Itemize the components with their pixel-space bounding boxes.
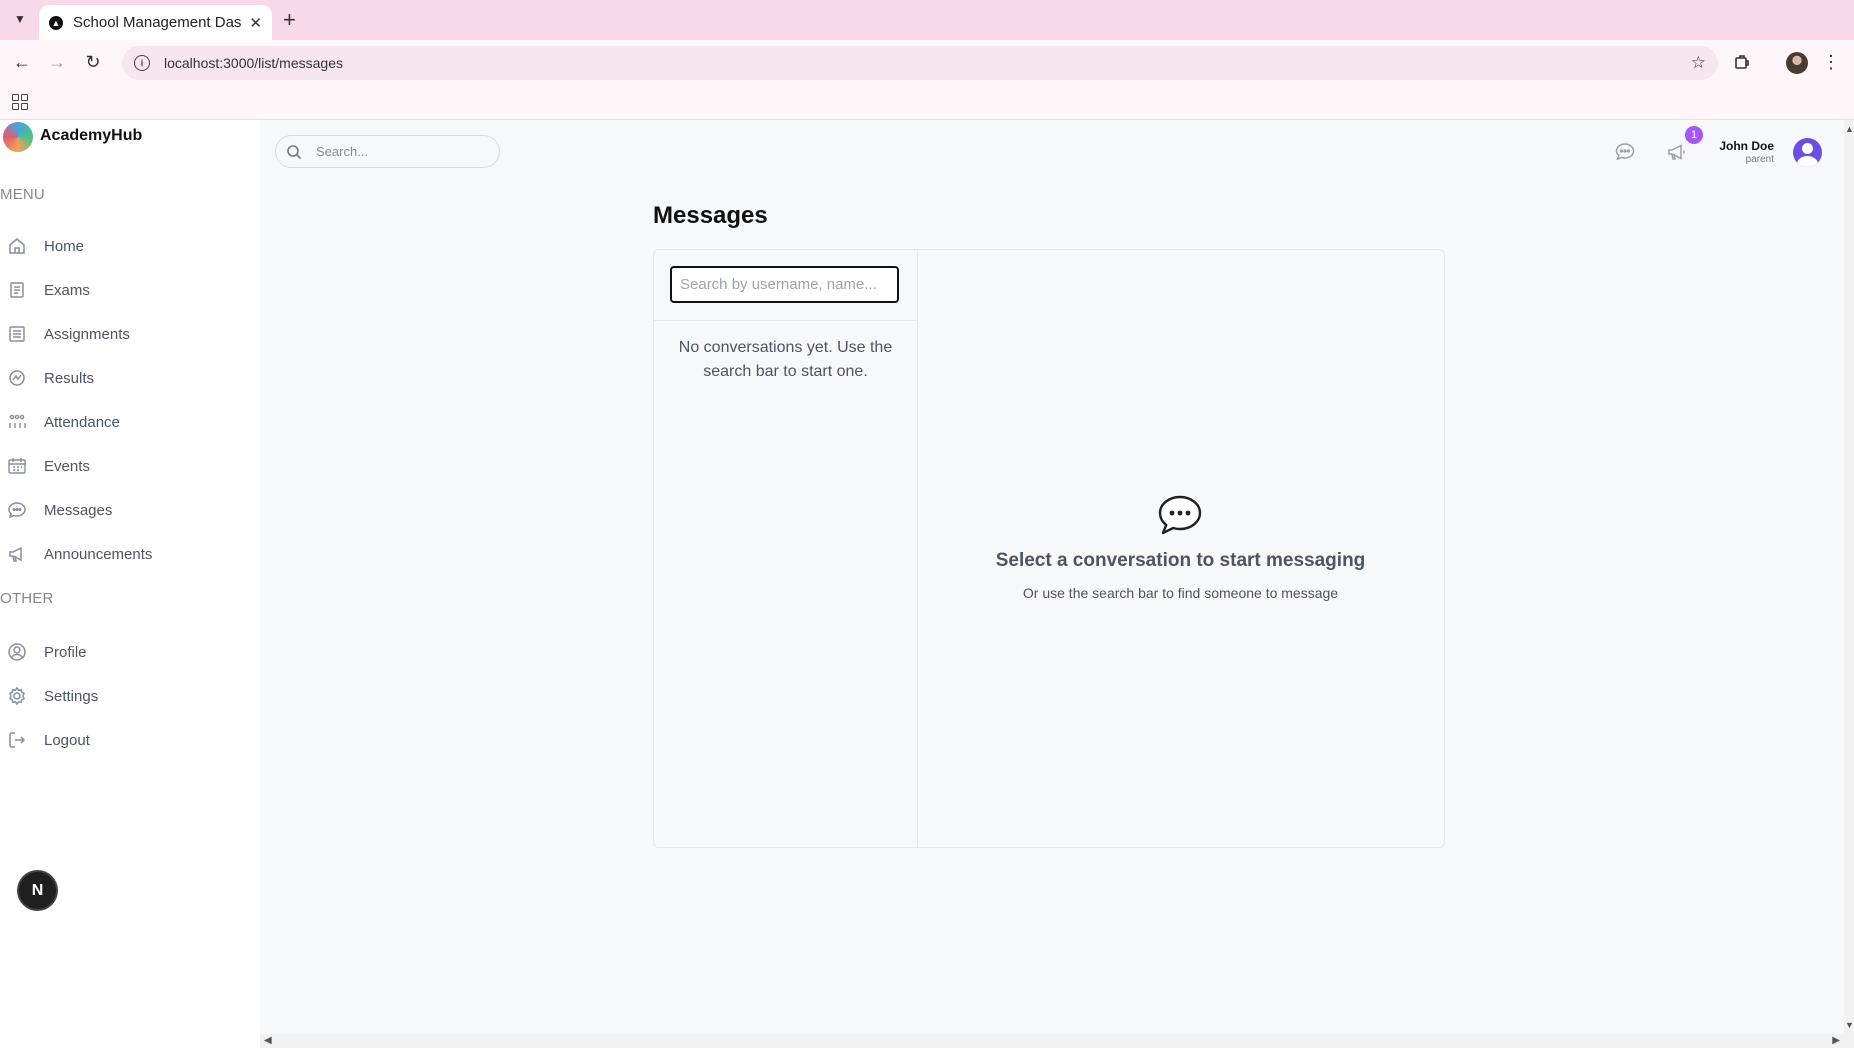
browser-tabstrip: ▼ ▲ School Management Das ✕ + — [0, 0, 1854, 40]
browser-tab-active[interactable]: ▲ School Management Das ✕ — [39, 5, 272, 40]
url-text[interactable]: localhost:3000/list/messages — [164, 55, 343, 71]
message-icon — [7, 500, 27, 520]
sidebar-item-label: Settings — [44, 687, 99, 705]
speech-bubble-icon — [1158, 495, 1202, 535]
sidebar-item-label: Announcements — [44, 545, 153, 563]
sidebar-item-label: Logout — [44, 731, 90, 749]
vertical-scrollbar[interactable]: ▲ ▼ — [1844, 120, 1854, 1048]
tab-title: School Management Das — [73, 14, 242, 31]
chat-area: Select a conversation to start messaging… — [917, 250, 1444, 847]
sidebar-item-events[interactable]: Events — [0, 448, 260, 484]
conversation-search-input[interactable] — [670, 266, 899, 303]
forward-arrow-icon[interactable]: → — [45, 50, 69, 74]
bookmark-star-icon[interactable]: ☆ — [1691, 53, 1706, 73]
horizontal-scrollbar[interactable]: ◀ ▶ — [260, 1034, 1844, 1048]
page-title: Messages — [653, 202, 768, 229]
empty-chat-title: Select a conversation to start messaging — [995, 550, 1366, 571]
megaphone-icon — [7, 544, 27, 564]
calendar-icon — [7, 456, 27, 476]
other-section-label: OTHER — [0, 590, 54, 607]
bookmarks-bar — [0, 85, 1854, 120]
sidebar-item-label: Events — [44, 457, 90, 475]
empty-chat-subtitle: Or use the search bar to find someone to… — [1022, 585, 1339, 601]
sidebar-item-label: Attendance — [44, 413, 120, 431]
header-announcement-icon[interactable] — [1663, 138, 1691, 166]
sidebar-item-label: Profile — [44, 643, 87, 661]
sidebar-item-announcements[interactable]: Announcements — [0, 536, 260, 572]
results-icon — [7, 368, 27, 388]
scroll-left-arrow-icon[interactable]: ◀ — [264, 1035, 272, 1046]
tab-close-icon[interactable]: ✕ — [249, 14, 262, 32]
browser-toolbar: ← → ↻ i localhost:3000/list/messages ☆ ⋮ — [0, 40, 1854, 85]
academyhub-logo[interactable] — [3, 122, 33, 152]
sidebar-item-assignments[interactable]: Assignments — [0, 316, 260, 352]
search-icon — [287, 144, 302, 159]
conversation-list: No conversations yet. Use the search bar… — [654, 250, 918, 847]
browser-profile-avatar[interactable] — [1786, 52, 1808, 74]
empty-conversations-text: No conversations yet. Use the search bar… — [678, 339, 893, 380]
browser-menu-kebab-icon[interactable]: ⋮ — [1819, 50, 1843, 74]
user-avatar[interactable] — [1793, 138, 1822, 167]
sidebar-item-settings[interactable]: Settings — [0, 678, 260, 714]
nextjs-dev-badge[interactable]: N — [19, 872, 56, 909]
attendance-icon — [7, 412, 27, 432]
home-icon — [7, 236, 27, 256]
sidebar-item-logout[interactable]: Logout — [0, 722, 260, 758]
menu-section-label: MENU — [0, 186, 45, 203]
tab-search-chevron-icon[interactable]: ▼ — [10, 9, 30, 29]
conversation-search-container — [654, 250, 917, 321]
exam-icon — [7, 280, 27, 300]
brand-name[interactable]: AcademyHub — [40, 127, 142, 145]
address-bar[interactable]: i localhost:3000/list/messages ☆ — [122, 46, 1718, 80]
logout-icon — [7, 730, 27, 750]
sidebar-item-profile[interactable]: Profile — [0, 634, 260, 670]
site-info-icon[interactable]: i — [134, 55, 150, 71]
gear-icon — [7, 686, 27, 706]
sidebar-item-label: Messages — [44, 501, 113, 519]
favicon-icon: ▲ — [49, 15, 63, 30]
scroll-up-arrow-icon[interactable]: ▲ — [1845, 124, 1854, 134]
apps-grid-icon[interactable] — [12, 94, 28, 110]
reload-icon[interactable]: ↻ — [81, 50, 105, 74]
scroll-down-arrow-icon[interactable]: ▼ — [1845, 1020, 1854, 1030]
sidebar-item-home[interactable]: Home — [0, 228, 260, 264]
messages-panel: No conversations yet. Use the search bar… — [653, 249, 1445, 848]
sidebar-item-exams[interactable]: Exams — [0, 272, 260, 308]
user-name: John Doe — [1719, 139, 1774, 153]
header-message-icon[interactable] — [1611, 138, 1639, 166]
sidebar-item-label: Home — [44, 237, 85, 255]
global-search-input[interactable] — [314, 143, 468, 160]
scroll-right-arrow-icon[interactable]: ▶ — [1832, 1035, 1840, 1046]
extensions-puzzle-icon[interactable] — [1730, 50, 1754, 74]
user-role: parent — [1745, 154, 1774, 165]
profile-icon — [7, 642, 27, 662]
sidebar-item-label: Exams — [44, 281, 90, 299]
sidebar-item-messages[interactable]: Messages — [0, 492, 260, 528]
main-content: 1 John Doe parent Messages No conversati… — [260, 120, 1844, 1034]
sidebar-item-results[interactable]: Results — [0, 360, 260, 396]
sidebar-item-label: Assignments — [44, 325, 130, 343]
back-arrow-icon[interactable]: ← — [10, 50, 34, 74]
notification-count-badge: 1 — [1685, 126, 1703, 144]
new-tab-plus-icon[interactable]: + — [283, 7, 296, 33]
assignment-icon — [7, 324, 27, 344]
sidebar-item-label: Results — [44, 369, 95, 387]
global-search[interactable] — [275, 135, 500, 168]
sidebar-item-attendance[interactable]: Attendance — [0, 404, 260, 440]
